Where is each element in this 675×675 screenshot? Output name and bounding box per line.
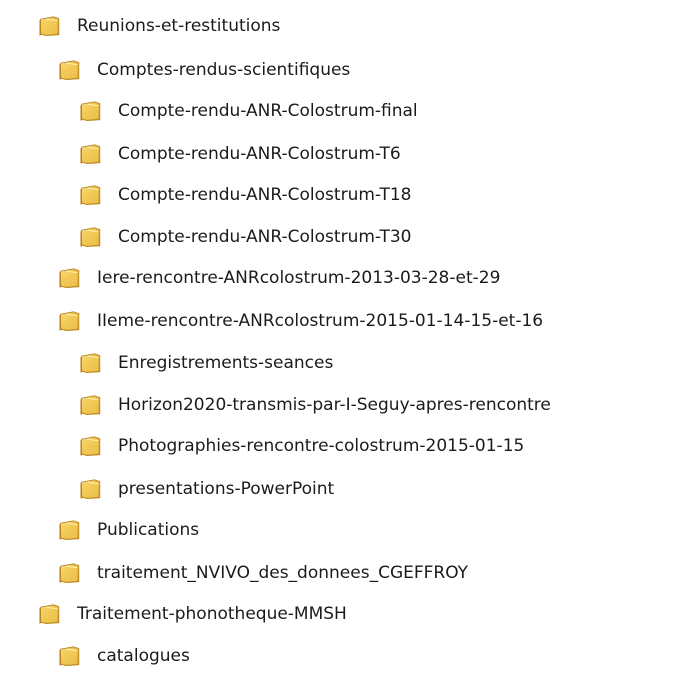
tree-item-label: Compte-rendu-ANR-Colostrum-T18 (118, 185, 412, 205)
tree-item-enregistrements-seances[interactable]: Enregistrements-seances (79, 344, 333, 382)
tree-item-compte-rendu-t18[interactable]: Compte-rendu-ANR-Colostrum-T18 (79, 176, 412, 214)
tree-item-label: catalogues (97, 646, 190, 666)
tree-item-publications[interactable]: Publications (58, 511, 199, 549)
tree-item-iere-rencontre[interactable]: Iere-rencontre-ANRcolostrum-2013-03-28-e… (58, 259, 500, 297)
tree-item-traitement-nvivo[interactable]: traitement_NVIVO_des_donnees_CGEFFROY (58, 554, 468, 592)
folder-icon (58, 520, 80, 541)
tree-item-label: presentations-PowerPoint (118, 479, 335, 499)
tree-item-compte-rendu-t30[interactable]: Compte-rendu-ANR-Colostrum-T30 (79, 218, 412, 256)
folder-icon (58, 646, 80, 667)
folder-icon (79, 144, 101, 165)
tree-item-label: Horizon2020-transmis-par-I-Seguy-apres-r… (118, 395, 551, 415)
folder-icon (79, 395, 101, 416)
folder-icon (79, 479, 101, 500)
tree-item-label: Reunions-et-restitutions (77, 16, 281, 36)
tree-item-label: Compte-rendu-ANR-Colostrum-T30 (118, 227, 412, 247)
folder-icon (58, 60, 80, 81)
tree-item-label: traitement_NVIVO_des_donnees_CGEFFROY (97, 563, 469, 583)
tree-item-label: Compte-rendu-ANR-Colostrum-T6 (118, 144, 401, 164)
tree-item-traitement-phonotheque[interactable]: Traitement-phonotheque-MMSH (38, 595, 347, 633)
folder-icon (58, 563, 80, 584)
folder-icon (38, 16, 60, 37)
tree-item-label: Traitement-phonotheque-MMSH (77, 604, 347, 624)
tree-item-compte-rendu-final[interactable]: Compte-rendu-ANR-Colostrum-final (79, 92, 418, 130)
tree-item-label: Photographies-rencontre-colostrum-2015-0… (118, 436, 525, 456)
tree-item-horizon2020[interactable]: Horizon2020-transmis-par-I-Seguy-apres-r… (79, 386, 551, 424)
tree-item-compte-rendu-t6[interactable]: Compte-rendu-ANR-Colostrum-T6 (79, 135, 401, 173)
tree-item-catalogues[interactable]: catalogues (58, 637, 190, 675)
tree-item-label: Publications (97, 520, 200, 540)
tree-item-label: Iere-rencontre-ANRcolostrum-2013-03-28-e… (97, 268, 501, 288)
folder-icon (79, 353, 101, 374)
folder-icon (58, 311, 80, 332)
tree-item-label: Comptes-rendus-scientifiques (97, 60, 351, 80)
folder-icon (38, 604, 60, 625)
tree-item-comptes-rendus-scientifiques[interactable]: Comptes-rendus-scientifiques (58, 51, 350, 89)
tree-item-label: IIeme-rencontre-ANRcolostrum-2015-01-14-… (97, 311, 544, 331)
tree-item-reunions-et-restitutions[interactable]: Reunions-et-restitutions (38, 7, 280, 45)
tree-item-label: Enregistrements-seances (118, 353, 334, 373)
folder-icon (79, 101, 101, 122)
tree-item-photographies[interactable]: Photographies-rencontre-colostrum-2015-0… (79, 427, 524, 465)
folder-icon (79, 227, 101, 248)
folder-tree: Reunions-et-restitutions Comptes-rendus-… (0, 0, 675, 674)
folder-icon (58, 268, 80, 289)
folder-icon (79, 436, 101, 457)
tree-item-presentations-powerpoint[interactable]: presentations-PowerPoint (79, 470, 334, 508)
tree-item-iieme-rencontre[interactable]: IIeme-rencontre-ANRcolostrum-2015-01-14-… (58, 302, 543, 340)
folder-icon (79, 185, 101, 206)
tree-item-label: Compte-rendu-ANR-Colostrum-final (118, 101, 418, 121)
